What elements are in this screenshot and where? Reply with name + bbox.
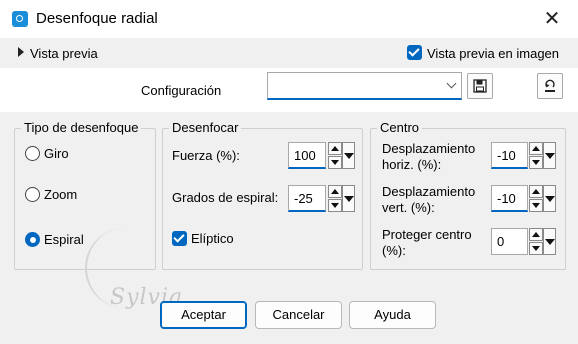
- protect-center-slider-button[interactable]: [543, 228, 556, 255]
- v-offset-label-line2: vert. (%):: [382, 200, 435, 215]
- protect-up-icon[interactable]: [529, 228, 543, 241]
- strength-label: Fuerza (%):: [172, 148, 240, 163]
- protect-center-label-line2: (%):: [382, 243, 406, 258]
- v-offset-down-icon[interactable]: [529, 199, 543, 212]
- cancel-button[interactable]: Cancelar: [255, 301, 342, 329]
- radio-giro[interactable]: [25, 146, 40, 161]
- help-button[interactable]: Ayuda: [349, 301, 436, 329]
- elliptic-checkbox[interactable]: [172, 231, 187, 246]
- preview-in-image-checkbox[interactable]: [407, 45, 422, 60]
- reset-preset-button[interactable]: [537, 73, 563, 99]
- h-offset-down-icon[interactable]: [529, 156, 543, 169]
- protect-center-label: Proteger centro (%):: [382, 227, 472, 259]
- h-offset-label: Desplazamiento horiz. (%):: [382, 141, 475, 173]
- v-offset-label: Desplazamiento vert. (%):: [382, 184, 475, 216]
- h-offset-label-line2: horiz. (%):: [382, 157, 442, 172]
- spiral-slider-button[interactable]: [342, 185, 355, 212]
- protect-center-input[interactable]: 0: [491, 228, 528, 255]
- preview-in-image-label: Vista previa en imagen: [427, 46, 560, 61]
- strength-value: 100: [294, 148, 316, 163]
- config-label: Configuración: [141, 83, 222, 98]
- center-group: Centro Desplazamiento horiz. (%): -10 Des…: [370, 120, 566, 270]
- expand-arrow-icon[interactable]: [18, 47, 24, 57]
- radio-zoom[interactable]: [25, 187, 40, 202]
- protect-center-value: 0: [497, 234, 505, 249]
- strength-slider-button[interactable]: [342, 142, 355, 169]
- app-icon: [12, 11, 28, 27]
- spiral-degrees-stepper[interactable]: [328, 185, 342, 212]
- protect-center-stepper[interactable]: [529, 228, 543, 255]
- blur-title: Desenfocar: [169, 120, 242, 135]
- config-area: Configuración: [0, 68, 578, 112]
- reset-icon: [545, 79, 555, 92]
- h-offset-value: -10: [497, 148, 516, 163]
- elliptic-label[interactable]: Elíptico: [191, 231, 234, 247]
- ok-button[interactable]: Aceptar: [160, 301, 247, 329]
- chevron-down-icon: [446, 78, 457, 89]
- radio-zoom-label[interactable]: Zoom: [44, 187, 77, 203]
- strength-down-icon[interactable]: [328, 156, 342, 169]
- spiral-degrees-value: -25: [294, 191, 313, 206]
- window-title: Desenfoque radial: [36, 10, 158, 27]
- protect-down-icon[interactable]: [529, 242, 543, 255]
- title-bar: Desenfoque radial ✕: [0, 0, 578, 38]
- radio-espiral-label[interactable]: Espiral: [44, 232, 84, 248]
- config-dropdown[interactable]: [267, 72, 462, 100]
- v-offset-value: -10: [497, 191, 516, 206]
- blur-type-title: Tipo de desenfoque: [21, 120, 142, 135]
- v-offset-label-line1: Desplazamiento: [382, 184, 476, 199]
- v-offset-input[interactable]: -10: [491, 185, 528, 212]
- h-offset-up-icon[interactable]: [529, 142, 543, 155]
- protect-center-label-line1: Proteger centro: [382, 227, 472, 242]
- v-offset-stepper[interactable]: [529, 185, 543, 212]
- h-offset-label-line1: Desplazamiento: [382, 141, 476, 156]
- save-icon: [473, 79, 487, 93]
- v-offset-slider-button[interactable]: [543, 185, 556, 212]
- blur-group: Desenfocar Fuerza (%): 100 Grados de esp…: [162, 120, 363, 270]
- spiral-degrees-label: Grados de espiral:: [172, 190, 279, 205]
- h-offset-stepper[interactable]: [529, 142, 543, 169]
- spiral-degrees-input[interactable]: -25: [288, 185, 326, 212]
- spiral-up-icon[interactable]: [328, 185, 342, 198]
- radio-giro-label[interactable]: Giro: [44, 146, 69, 162]
- v-offset-up-icon[interactable]: [529, 185, 543, 198]
- strength-stepper[interactable]: [328, 142, 342, 169]
- strength-input[interactable]: 100: [288, 142, 326, 169]
- radio-espiral[interactable]: [25, 232, 40, 247]
- preview-toggle[interactable]: Vista previa: [30, 46, 98, 61]
- preview-row: Vista previa Vista previa en imagen: [0, 38, 578, 68]
- strength-up-icon[interactable]: [328, 142, 342, 155]
- h-offset-slider-button[interactable]: [543, 142, 556, 169]
- center-title: Centro: [377, 120, 423, 135]
- h-offset-input[interactable]: -10: [491, 142, 528, 169]
- close-button[interactable]: ✕: [540, 8, 564, 30]
- spiral-down-icon[interactable]: [328, 199, 342, 212]
- save-preset-button[interactable]: [467, 73, 493, 99]
